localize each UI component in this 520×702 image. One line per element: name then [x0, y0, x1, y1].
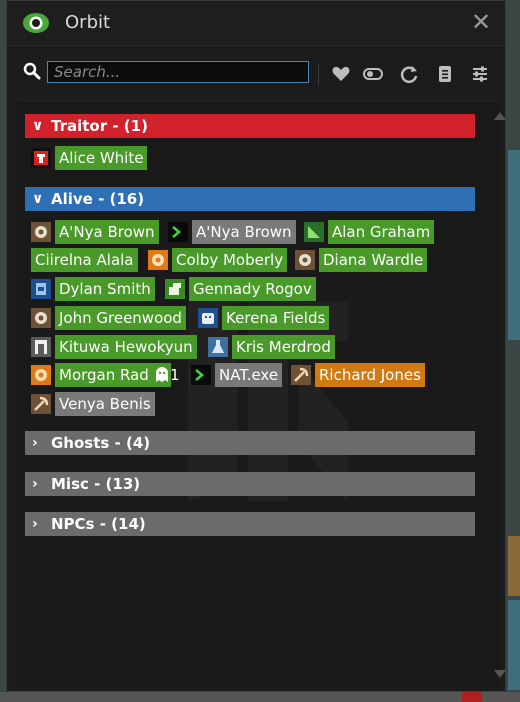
orbit-target-name: NAT.exe: [215, 363, 283, 387]
assistant-icon: [31, 308, 51, 328]
section-alive-label: Alive - (16): [51, 190, 145, 208]
miner-icon: [291, 365, 311, 385]
section-ghosts[interactable]: › Ghosts - (4): [25, 431, 475, 455]
section-traitor-label: Traitor - (1): [51, 117, 148, 135]
assistant-icon: [295, 250, 315, 270]
ghost-count: 1: [170, 366, 180, 384]
miner-icon: [31, 394, 51, 414]
orbit-target-name: Colby Moberly: [172, 248, 288, 272]
scrollbar[interactable]: [492, 104, 506, 686]
refresh-icon[interactable]: [398, 63, 420, 85]
orbit-list: ∨ Traitor - (1) Alice White ∨ Alive - (1…: [17, 103, 506, 687]
robot-icon: [198, 308, 218, 328]
heart-icon[interactable]: [330, 63, 352, 85]
cook-icon: [165, 279, 185, 299]
sliders-icon[interactable]: [469, 63, 491, 85]
orbit-target-name: John Greenwood: [55, 306, 186, 330]
orbit-target-name: Alan Graham: [328, 220, 435, 244]
map-background: [506, 0, 520, 702]
assistant-orange-icon: [148, 250, 168, 270]
search-icon: [23, 62, 41, 80]
scroll-down-arrow-icon[interactable]: [494, 670, 506, 678]
section-npcs-label: NPCs - (14): [51, 515, 146, 533]
chevron-down-icon: ∨: [32, 191, 44, 207]
toggle-icon[interactable]: [362, 63, 384, 85]
toolbar-divider: [318, 63, 319, 85]
engineer-icon: [31, 279, 51, 299]
orbit-target-name: Kris Merdrod: [232, 335, 335, 359]
security-icon: [31, 148, 51, 168]
section-misc[interactable]: › Misc - (13): [25, 472, 475, 496]
orbit-target-name: A'Nya Brown: [55, 220, 159, 244]
section-traitor[interactable]: ∨ Traitor - (1): [25, 114, 475, 138]
assistant-icon: [31, 222, 51, 242]
section-npcs[interactable]: › NPCs - (14): [25, 512, 475, 536]
search-input[interactable]: [47, 61, 309, 83]
orbit-target-name: Kerena Fields: [222, 306, 330, 330]
window-title: Orbit: [65, 12, 111, 33]
close-button[interactable]: ✕: [469, 9, 493, 35]
section-misc-label: Misc - (13): [51, 475, 141, 493]
clipboard-icon[interactable]: [434, 63, 456, 85]
orbit-target-name: Kituwa Hewokyun: [55, 335, 197, 359]
assistant-orange-icon: [31, 365, 51, 385]
toolbar: [7, 45, 505, 97]
botany-icon: [304, 222, 324, 242]
section-ghosts-label: Ghosts - (4): [51, 434, 151, 452]
orbit-target-name: Venya Benis: [55, 392, 155, 416]
chevron-right-icon: ›: [32, 516, 38, 532]
terminal-icon: [191, 365, 211, 385]
chevron-right-icon: ›: [32, 476, 38, 492]
map-floor-tile: [508, 600, 520, 690]
scientist-icon: [208, 337, 228, 357]
eye-icon: [23, 13, 49, 33]
map-floor-tile: [508, 536, 520, 596]
orbit-window: Orbit ✕ Search... ∨ Traitor - (1) Alice …: [6, 0, 506, 692]
orbit-target-name: Diana Wardle: [319, 248, 428, 272]
orbit-target-name: Richard Jones: [315, 363, 425, 387]
map-floor-tile: [508, 150, 520, 340]
orbit-target-name: Dylan Smith: [55, 277, 155, 301]
map-background: [0, 692, 520, 702]
scroll-up-arrow-icon[interactable]: [494, 112, 506, 120]
orbit-target-name: Ciirelna Alala: [31, 248, 138, 272]
orbit-target-name: A'Nya Brown: [192, 220, 296, 244]
janitor-icon: [31, 337, 51, 357]
section-alive[interactable]: ∨ Alive - (16): [25, 187, 475, 211]
ghost-icon: [156, 367, 168, 382]
terminal-icon: [168, 222, 188, 242]
orbit-target-name: Gennady Rogov: [189, 277, 316, 301]
chevron-down-icon: ∨: [32, 118, 44, 134]
chevron-right-icon: ›: [32, 435, 38, 451]
title-bar[interactable]: Orbit ✕: [7, 1, 505, 46]
orbit-target-name: Alice White: [55, 146, 148, 170]
orbit-target-name: Morgan Rad: [55, 363, 171, 387]
